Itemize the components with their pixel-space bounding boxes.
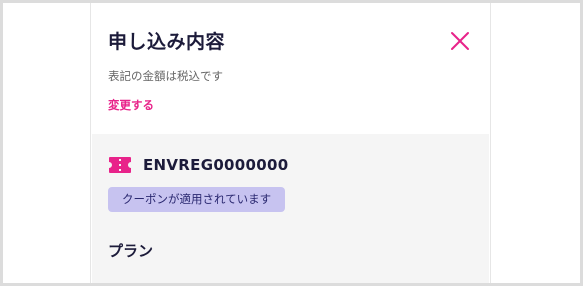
left-backdrop [3,3,91,283]
panel-body: ENVREG0000000 クーポンが適用されています プラン [92,134,489,283]
tax-note: 表記の金額は税込です [108,69,223,83]
order-summary-panel: 申し込み内容 表記の金額は税込です 変更する ENVREG0000000 クーポ… [92,3,489,283]
close-icon [451,32,469,50]
panel-header: 申し込み内容 表記の金額は税込です 変更する [92,3,489,133]
plan-heading: プラン [108,242,154,260]
coupon-code: ENVREG0000000 [143,156,289,174]
coupon-applied-badge: クーポンが適用されています [108,187,286,212]
page-title: 申し込み内容 [108,31,226,53]
coupon-row: ENVREG0000000 [108,154,288,176]
ticket-icon [108,156,132,174]
change-link[interactable]: 変更する [108,97,154,113]
close-button[interactable] [448,29,472,53]
right-backdrop [490,3,580,283]
